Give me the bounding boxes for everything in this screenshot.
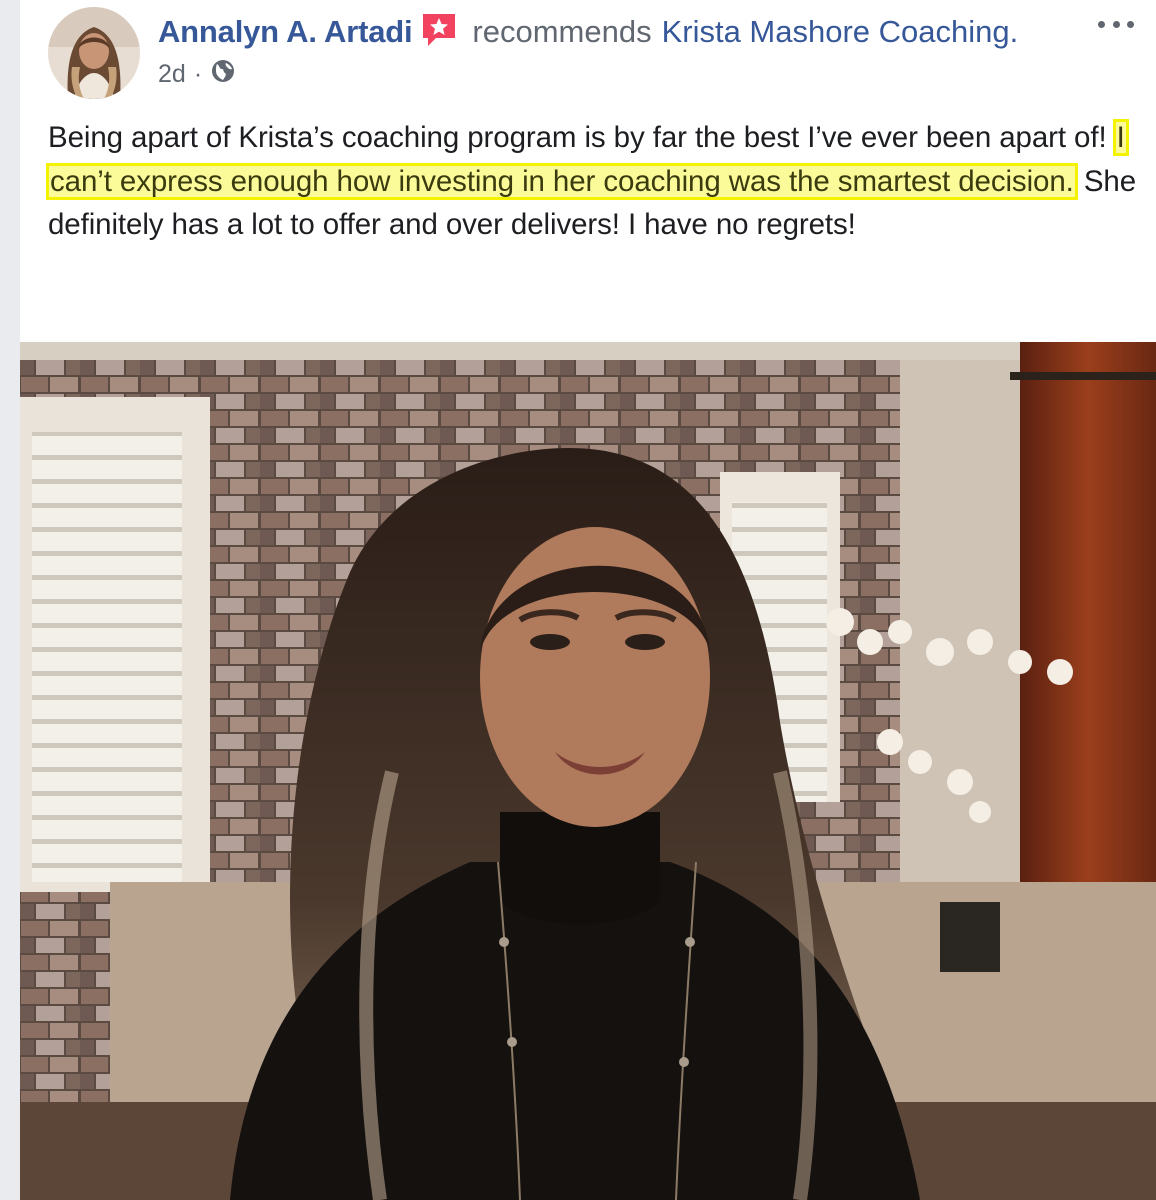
page-gutter <box>0 0 20 1200</box>
page-name-link[interactable]: Krista Mashore Coaching. <box>662 14 1019 50</box>
post-timestamp-link[interactable]: 2d <box>158 60 186 89</box>
post-meta: 2d · <box>158 58 236 91</box>
more-options-dot <box>1112 20 1120 28</box>
author-avatar[interactable] <box>48 7 140 99</box>
page-name[interactable]: Krista Mashore Coaching <box>662 14 1010 49</box>
globe-icon[interactable] <box>210 58 236 91</box>
recommends-text: recommends <box>472 14 652 49</box>
post-text-part-1: Being apart of Krista’s coaching program… <box>48 121 1115 154</box>
more-options-icon <box>1098 20 1105 28</box>
post-photo[interactable] <box>20 342 1156 1200</box>
post-message: Being apart of Krista’s coaching program… <box>46 116 1138 247</box>
page-name-period: . <box>1009 14 1019 49</box>
post-header: Annalyn A. Artadi recommends Krista Mash… <box>20 0 1156 110</box>
meta-separator: · <box>193 60 203 88</box>
post-byline: Annalyn A. Artadi recommends Krista Mash… <box>158 10 1018 54</box>
more-options-dot <box>1127 20 1134 28</box>
recommendation-star-icon <box>420 11 458 49</box>
author-name-link[interactable]: Annalyn A. Artadi <box>158 14 413 50</box>
more-options-button[interactable] <box>1094 12 1138 36</box>
recommendation-post: Annalyn A. Artadi recommends Krista Mash… <box>20 0 1156 1200</box>
